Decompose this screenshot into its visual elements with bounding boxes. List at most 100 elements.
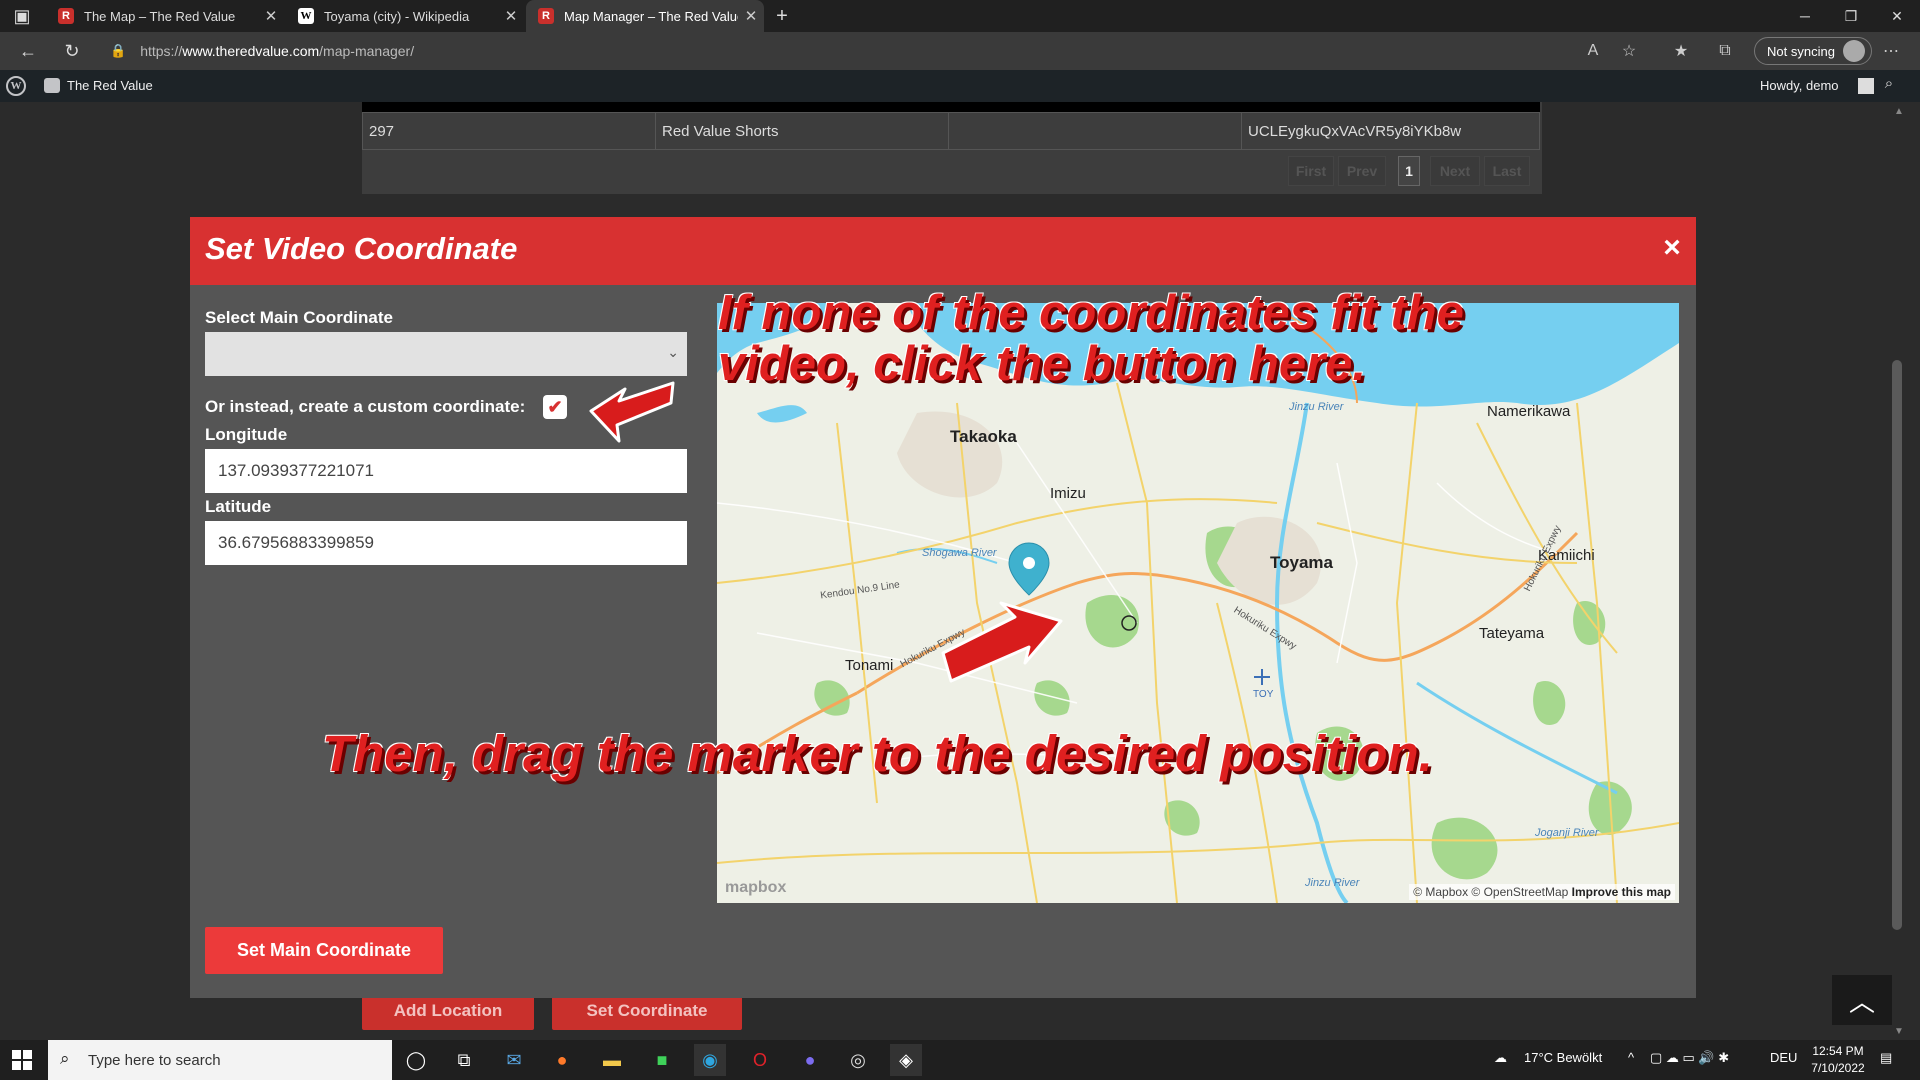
cortana-icon[interactable]: ◯ [400, 1044, 432, 1076]
read-aloud-icon[interactable]: A [1580, 40, 1606, 62]
discord-icon[interactable]: ● [794, 1044, 826, 1076]
collections-icon[interactable]: ⧉ [1712, 40, 1738, 62]
taskbar-search-input[interactable]: ⌕ Type here to search [48, 1040, 392, 1080]
map-label-shogawa-river: Shogawa River [922, 547, 997, 559]
pagination-first[interactable]: First [1288, 156, 1334, 186]
scrollbar-thumb[interactable] [1892, 360, 1902, 930]
steam-icon[interactable]: ◈ [890, 1044, 922, 1076]
weather-cloud-icon[interactable]: ☁ [1494, 1050, 1507, 1066]
firefox-icon[interactable]: ● [546, 1044, 578, 1076]
instruction-overlay-bottom: Then, drag the marker to the desired pos… [321, 724, 1433, 783]
pagination-last[interactable]: Last [1484, 156, 1530, 186]
file-explorer-icon[interactable]: ▬ [596, 1044, 628, 1076]
tray-overflow-icon[interactable]: ^ [1628, 1050, 1634, 1065]
map-view[interactable]: Takaoka Imizu Toyama Namerikawa Kamiichi… [717, 303, 1679, 903]
dashboard-icon[interactable] [44, 78, 60, 93]
map-label-tateyama: Tateyama [1479, 625, 1545, 642]
wikipedia-icon: W [298, 8, 314, 24]
pagination-page-1[interactable]: 1 [1398, 156, 1420, 186]
refresh-icon[interactable]: ↻ [58, 39, 86, 63]
search-icon[interactable]: ⌕ [1876, 75, 1902, 92]
browser-tab-strip: ▣ R The Map – The Red Value ✕ W Toyama (… [0, 0, 1920, 32]
checkmark-icon: ✔ [547, 396, 563, 417]
more-options-icon[interactable]: ⋯ [1878, 40, 1904, 62]
map-label-toyama: Toyama [1270, 553, 1333, 572]
longitude-label: Longitude [205, 425, 288, 444]
custom-coordinate-label: Or instead, create a custom coordinate: [205, 397, 526, 416]
select-main-coordinate-label: Select Main Coordinate [205, 308, 393, 327]
scroll-up-icon[interactable]: ▲ [1894, 106, 1904, 117]
favorites-icon[interactable]: ★ [1668, 40, 1694, 62]
close-window-icon[interactable]: ✕ [1874, 0, 1920, 32]
taskbar-clock[interactable]: 12:54 PM 7/10/2022 [1810, 1043, 1866, 1077]
red-value-icon: R [538, 8, 554, 24]
language-indicator[interactable]: DEU [1770, 1050, 1797, 1065]
longitude-input[interactable]: 137.0939377221071 [205, 449, 687, 493]
back-icon[interactable]: ← [14, 39, 42, 63]
chevron-down-icon: ⌄ [667, 344, 679, 360]
close-tab-icon[interactable]: ✕ [258, 7, 284, 25]
map-label-joganji-river: Joganji River [1535, 827, 1599, 839]
opera-icon[interactable]: O [744, 1044, 776, 1076]
mapbox-logo[interactable]: mapbox [725, 879, 786, 897]
new-tab-icon[interactable]: + [768, 4, 796, 28]
weather-status[interactable]: 17°C Bewölkt [1524, 1050, 1602, 1065]
latitude-input[interactable]: 36.67956883399859 [205, 521, 687, 565]
sync-button[interactable]: Not syncing [1754, 37, 1872, 65]
close-tab-icon[interactable]: ✕ [738, 7, 764, 25]
close-tab-icon[interactable]: ✕ [498, 7, 524, 25]
map-label-imizu: Imizu [1050, 485, 1086, 502]
map-marker-icon[interactable] [1008, 542, 1050, 596]
map-label-takaoka: Takaoka [950, 427, 1017, 446]
line-app-icon[interactable]: ■ [646, 1044, 678, 1076]
app-icon[interactable]: ◎ [842, 1044, 874, 1076]
lock-icon: 🔒 [110, 43, 127, 58]
red-value-icon: R [58, 8, 74, 24]
windows-start-icon[interactable] [10, 1048, 34, 1072]
tab-map-manager[interactable]: R Map Manager – The Red Value ✕ [526, 0, 764, 32]
map-label-jinzu-river: Jinzu River [1289, 401, 1344, 413]
map-label-tonami: Tonami [845, 657, 894, 674]
map-attribution: © Mapbox © OpenStreetMap Improve this ma… [1409, 884, 1675, 900]
notifications-icon[interactable]: ▤ [1880, 1050, 1892, 1066]
map-canvas[interactable] [717, 303, 1679, 903]
profile-avatar [1842, 40, 1865, 62]
close-icon[interactable]: × [1656, 231, 1688, 265]
latitude-label: Latitude [205, 497, 272, 516]
modal-header: Set Video Coordinate × [190, 217, 1696, 285]
table-cell-id: 297 [362, 112, 656, 150]
table-header-bar [362, 102, 1540, 112]
map-label-airport: TOY [1253, 689, 1274, 700]
tab-toyama-wikipedia[interactable]: W Toyama (city) - Wikipedia ✕ [286, 0, 524, 32]
tab-actions-icon[interactable]: ▣ [8, 4, 36, 28]
browser-toolbar: ← ↻ 🔒 https://www.theredvalue.com/map-ma… [0, 32, 1920, 70]
tray-icons[interactable]: ▢ ☁ ▭ 🔊 ✱ [1650, 1050, 1729, 1066]
add-favorite-icon[interactable]: ☆ [1616, 40, 1642, 62]
map-label-jinzu-river: Jinzu River [1305, 877, 1360, 889]
howdy-user-link[interactable]: Howdy, demo [1760, 78, 1839, 93]
instruction-overlay-top: If none of the coordinates fit the video… [717, 286, 1464, 391]
table-cell-name: Red Value Shorts [655, 112, 949, 150]
scroll-down-icon[interactable]: ▼ [1894, 1026, 1904, 1037]
windows-taskbar: ⌕ Type here to search ◯ ⧉ ✉ ● ▬ ■ ◉ O ● … [0, 1040, 1920, 1080]
pagination-prev[interactable]: Prev [1338, 156, 1386, 186]
wordpress-logo-icon[interactable]: W [6, 76, 26, 96]
restore-icon[interactable]: ❐ [1828, 0, 1874, 32]
minimize-icon[interactable]: ─ [1782, 0, 1828, 32]
address-bar[interactable]: 🔒 https://www.theredvalue.com/map-manage… [110, 36, 1590, 66]
back-to-top-icon[interactable]: ︿ [1832, 975, 1892, 1025]
site-name-link[interactable]: The Red Value [67, 78, 153, 93]
task-view-icon[interactable]: ⧉ [448, 1044, 480, 1076]
mail-app-icon[interactable]: ✉ [498, 1044, 530, 1076]
pagination-next[interactable]: Next [1430, 156, 1480, 186]
user-avatar [1858, 78, 1874, 94]
search-icon: ⌕ [60, 1049, 70, 1068]
custom-coordinate-checkbox[interactable]: ✔ [543, 395, 567, 419]
table-cell-channel-id: UCLEygkuQxVAcVR5y8iYKb8w [1241, 112, 1540, 150]
tab-the-map[interactable]: R The Map – The Red Value ✕ [46, 0, 284, 32]
improve-map-link[interactable]: Improve this map [1572, 885, 1671, 899]
modal-title: Set Video Coordinate [205, 231, 518, 266]
wp-admin-bar: W The Red Value Howdy, demo ⌕ [0, 70, 1920, 102]
edge-browser-icon[interactable]: ◉ [694, 1044, 726, 1076]
set-main-coordinate-button[interactable]: Set Main Coordinate [205, 927, 443, 974]
